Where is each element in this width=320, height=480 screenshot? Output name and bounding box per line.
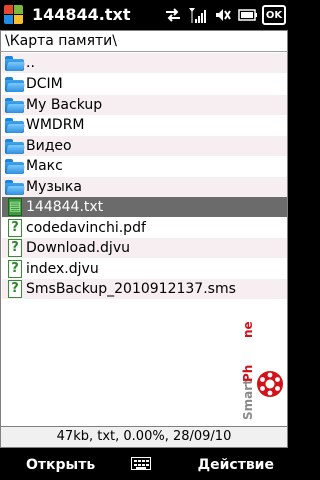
folder-item-video[interactable]: Видео xyxy=(2,136,287,156)
folder-icon xyxy=(4,115,26,135)
folder-icon xyxy=(4,177,26,197)
folder-item-dcim[interactable]: DCIM xyxy=(2,74,287,94)
file-info-status: 47kb, txt, 0.00%, 28/09/10 xyxy=(0,426,288,448)
path-bar: \Карта памяти\ xyxy=(0,30,288,52)
unknown-file-icon: ? xyxy=(4,279,26,299)
folder-icon xyxy=(4,136,26,156)
list-item-label: Download.djvu xyxy=(26,240,130,256)
file-item[interactable]: ? codedavinchi.pdf xyxy=(2,218,287,238)
folder-item-wmdrm[interactable]: WMDRM xyxy=(2,115,287,135)
list-item-label: 144844.txt xyxy=(26,199,104,215)
window-title: 144844.txt xyxy=(32,5,131,24)
keyboard-icon[interactable] xyxy=(131,457,151,470)
file-list[interactable]: .. DCIM My Backup WMDRM Видео Макс Музык… xyxy=(0,52,288,426)
signal-strength-icon[interactable] xyxy=(187,4,209,26)
list-item-label: .. xyxy=(26,55,35,71)
folder-item-maks[interactable]: Макс xyxy=(2,156,287,176)
svg-text:Ph: Ph xyxy=(241,365,255,382)
unknown-file-icon: ? xyxy=(4,238,26,258)
action-softkey[interactable]: Действие xyxy=(198,457,274,473)
file-item[interactable]: ? index.djvu xyxy=(2,259,287,279)
folder-item-parent[interactable]: .. xyxy=(2,53,287,73)
list-item-label: codedavinchi.pdf xyxy=(26,220,146,236)
battery-icon[interactable] xyxy=(237,4,259,26)
list-item-label: WMDRM xyxy=(26,117,85,133)
folder-icon xyxy=(4,74,26,94)
folder-icon xyxy=(4,95,26,115)
list-item-label: Музыка xyxy=(26,179,82,195)
unknown-file-icon: ? xyxy=(4,259,26,279)
status-icons: OK xyxy=(162,4,286,26)
file-item[interactable]: ? SmsBackup_2010912137.sms xyxy=(2,279,287,299)
softkey-bar: Открыть Действие xyxy=(0,448,288,480)
open-softkey[interactable]: Открыть xyxy=(26,457,95,473)
svg-text:Smart: Smart xyxy=(241,379,255,420)
sync-arrows-icon[interactable] xyxy=(162,4,184,26)
ok-button[interactable]: OK xyxy=(262,5,286,25)
windows-logo-icon[interactable] xyxy=(4,5,24,25)
list-item-label: SmsBackup_2010912137.sms xyxy=(26,281,236,297)
file-item[interactable]: ? Download.djvu xyxy=(2,238,287,258)
list-item-label: Видео xyxy=(26,138,72,154)
smartphone-watermark-logo: Smart Ph ne xyxy=(241,321,283,420)
svg-text:ne: ne xyxy=(241,321,255,338)
title-bar: 144844.txt OK xyxy=(0,0,288,30)
folder-item-music[interactable]: Музыка xyxy=(2,177,287,197)
unknown-file-icon: ? xyxy=(4,218,26,238)
folder-item-my-backup[interactable]: My Backup xyxy=(2,95,287,115)
file-item-selected[interactable]: ▤ 144844.txt xyxy=(2,197,287,217)
list-item-label: Макс xyxy=(26,158,63,174)
volume-icon[interactable] xyxy=(212,4,234,26)
folder-icon xyxy=(4,156,26,176)
text-file-icon: ▤ xyxy=(8,198,22,216)
list-item-label: My Backup xyxy=(26,97,103,113)
list-item-label: index.djvu xyxy=(26,261,99,277)
folder-icon xyxy=(4,53,26,73)
list-item-label: DCIM xyxy=(26,76,63,92)
